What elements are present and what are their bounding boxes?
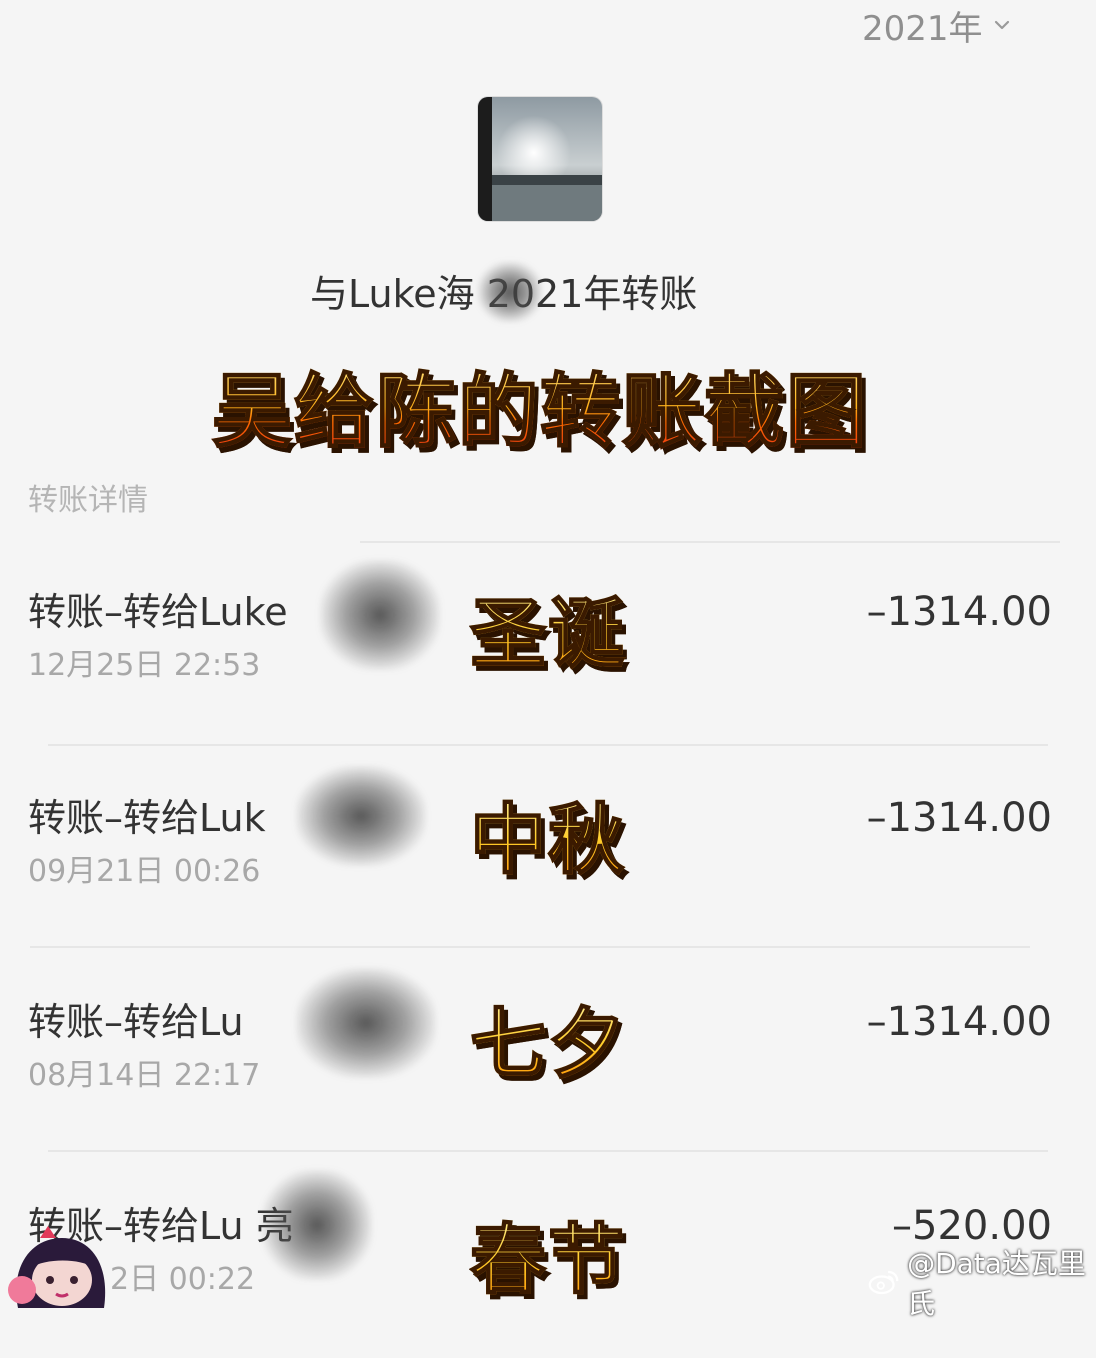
holiday-sticker: 春节 — [469, 1210, 680, 1310]
year-selector-label: 2021年 — [862, 8, 983, 49]
blurred-name-mask — [296, 766, 426, 866]
divider — [48, 744, 1048, 746]
transaction-row[interactable]: 转账–转给Lu 08月14日 22:17 –1314.00 七夕 — [0, 994, 1096, 1154]
transaction-title: 转账–转给Lu — [28, 1000, 244, 1044]
year-selector[interactable]: 2021年 — [862, 2, 1011, 49]
transaction-row[interactable]: 转账–转给Luke 12月25日 22:53 –1314.00 圣诞 — [0, 584, 1096, 744]
section-label: 转账详情 — [28, 483, 148, 518]
transaction-date: 2日 00:22 — [110, 1262, 256, 1297]
divider — [360, 541, 1060, 543]
divider — [48, 1150, 1048, 1152]
transaction-date: 09月21日 00:26 — [28, 854, 261, 889]
cartoon-avatar-icon — [8, 1226, 106, 1308]
divider — [30, 946, 1030, 948]
transaction-amount: –1314.00 — [866, 589, 1052, 635]
transaction-title: 转账–转给Luke — [28, 590, 288, 634]
watermark: @Data达瓦里氏 — [868, 1247, 1096, 1320]
transaction-date: 08月14日 22:17 — [28, 1058, 261, 1093]
overlay-caption: 吴给陈的转账截图 — [160, 362, 920, 462]
holiday-sticker: 七夕 — [469, 994, 680, 1094]
transaction-date: 12月25日 22:53 — [28, 648, 261, 683]
contact-avatar[interactable] — [478, 97, 602, 221]
transaction-title: 转账–转给Luk — [28, 796, 266, 840]
blurred-name-mask — [320, 560, 440, 670]
transaction-row[interactable]: 转账–转给Luk 09月21日 00:26 –1314.00 中秋 — [0, 790, 1096, 950]
blurred-name-mask — [296, 968, 436, 1078]
transaction-amount: –1314.00 — [866, 999, 1052, 1045]
blurred-name-mask — [262, 1170, 372, 1280]
transfer-header-title: 与Luke海 2021年转账 — [310, 272, 698, 316]
weibo-logo-icon — [868, 1270, 899, 1295]
transaction-amount: –1314.00 — [866, 795, 1052, 841]
holiday-sticker: 中秋 — [469, 790, 680, 890]
watermark-text: @Data达瓦里氏 — [907, 1247, 1086, 1320]
blurred-name-mask — [478, 262, 542, 322]
chevron-down-icon — [994, 20, 1009, 30]
holiday-sticker: 圣诞 — [469, 584, 680, 684]
